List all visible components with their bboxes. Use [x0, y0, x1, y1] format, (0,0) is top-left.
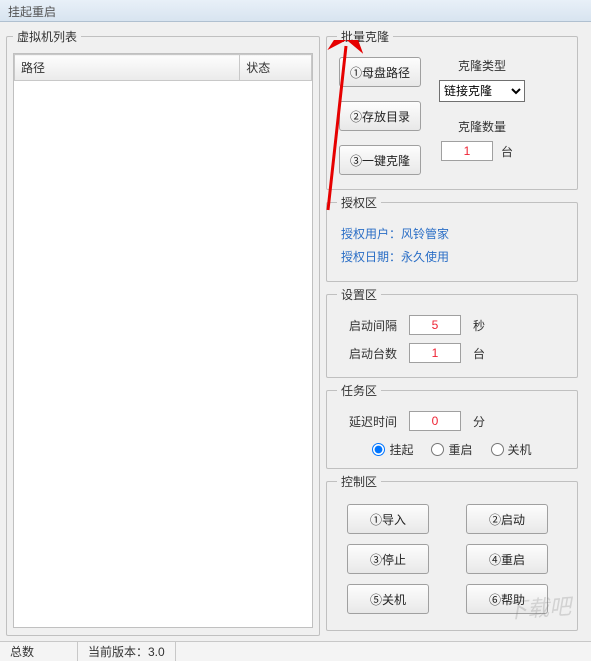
settings-legend: 设置区 — [337, 286, 381, 303]
vm-list-legend: 虚拟机列表 — [13, 28, 81, 45]
vm-list-group: 虚拟机列表 路径 状态 — [6, 28, 320, 636]
settings-group: 设置区 启动间隔 秒 启动台数 台 — [326, 286, 578, 378]
import-button[interactable]: ①导入 — [347, 504, 429, 534]
start-count-input[interactable] — [409, 343, 461, 363]
vm-table-wrap: 路径 状态 — [13, 53, 313, 628]
window-title: 挂起重启 — [8, 5, 56, 19]
right-panel: 批量克隆 ①母盘路径 ②存放目录 ③一键克隆 克隆类型 链接克隆 克隆数量 — [326, 28, 578, 634]
start-button[interactable]: ②启动 — [466, 504, 548, 534]
main-content: 虚拟机列表 路径 状态 批量克隆 ①母盘路径 — [0, 22, 591, 640]
control-legend: 控制区 — [337, 473, 381, 490]
start-count-unit: 台 — [473, 345, 495, 362]
clone-legend: 批量克隆 — [337, 28, 393, 45]
master-path-button[interactable]: ①母盘路径 — [339, 57, 421, 87]
tasks-group: 任务区 延迟时间 分 挂起 重启 关机 — [326, 382, 578, 469]
help-button[interactable]: ⑥帮助 — [466, 584, 548, 614]
auth-user: 授权用户：风铃管家 — [341, 225, 563, 242]
restart-button[interactable]: ④重启 — [466, 544, 548, 574]
start-interval-label: 启动间隔 — [341, 317, 397, 334]
left-panel: 虚拟机列表 路径 状态 — [6, 28, 320, 634]
start-interval-input[interactable] — [409, 315, 461, 335]
status-bar: 总数 当前版本：3.0 — [0, 641, 591, 661]
col-header-path[interactable]: 路径 — [15, 55, 240, 81]
window-titlebar: 挂起重启 — [0, 0, 591, 22]
clone-count-input[interactable] — [441, 141, 493, 161]
auth-legend: 授权区 — [337, 194, 381, 211]
delay-unit: 分 — [473, 413, 495, 430]
save-dir-button[interactable]: ②存放目录 — [339, 101, 421, 131]
status-total: 总数 — [0, 642, 78, 661]
delay-label: 延迟时间 — [341, 413, 397, 430]
delay-input[interactable] — [409, 411, 461, 431]
vm-table: 路径 状态 — [14, 54, 312, 81]
tasks-legend: 任务区 — [337, 382, 381, 399]
clone-type-label: 克隆类型 — [458, 57, 506, 74]
radio-shutdown[interactable] — [491, 443, 504, 456]
start-count-label: 启动台数 — [341, 345, 397, 362]
radio-suspend-label[interactable]: 挂起 — [372, 441, 413, 458]
clone-type-select[interactable]: 链接克隆 — [439, 80, 525, 102]
radio-suspend[interactable] — [372, 443, 385, 456]
col-header-status[interactable]: 状态 — [240, 55, 312, 81]
one-click-clone-button[interactable]: ③一键克隆 — [339, 145, 421, 175]
clone-group: 批量克隆 ①母盘路径 ②存放目录 ③一键克隆 克隆类型 链接克隆 克隆数量 — [326, 28, 578, 190]
status-version: 当前版本：3.0 — [78, 642, 176, 661]
radio-restart[interactable] — [431, 443, 444, 456]
clone-count-unit: 台 — [501, 143, 523, 160]
auth-group: 授权区 授权用户：风铃管家 授权日期：永久使用 — [326, 194, 578, 282]
stop-button[interactable]: ③停止 — [347, 544, 429, 574]
radio-restart-label[interactable]: 重启 — [431, 441, 472, 458]
clone-count-label: 克隆数量 — [458, 118, 506, 135]
start-interval-unit: 秒 — [473, 317, 495, 334]
radio-shutdown-label[interactable]: 关机 — [491, 441, 532, 458]
shutdown-button[interactable]: ⑤关机 — [347, 584, 429, 614]
auth-date: 授权日期：永久使用 — [341, 248, 563, 265]
control-group: 控制区 ①导入 ②启动 ③停止 ④重启 ⑤关机 ⑥帮助 — [326, 473, 578, 631]
